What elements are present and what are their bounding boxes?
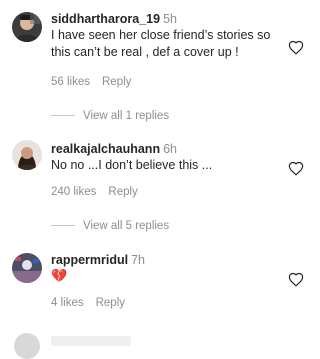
comment-header: siddhartharora_19 5h	[51, 12, 282, 27]
view-replies-label: View all 5 replies	[83, 220, 170, 232]
comment-body: rappermridul 7h 💔	[51, 253, 282, 285]
like-count[interactable]: 240 likes	[51, 186, 96, 198]
timestamp: 7h	[131, 253, 146, 267]
broken-heart-emoji: 💔	[51, 268, 68, 283]
timestamp: 6h	[163, 142, 177, 156]
heart-outline-icon[interactable]	[288, 272, 304, 287]
avatar[interactable]	[12, 253, 42, 283]
view-replies-button[interactable]: View all 1 replies	[51, 110, 169, 122]
username[interactable]: siddhartharora_19	[51, 12, 160, 26]
avatar-photo-icon	[12, 140, 42, 170]
view-replies-label: View all 1 replies	[83, 110, 170, 122]
like-count[interactable]: 56 likes	[51, 76, 90, 88]
avatar-photo-icon	[12, 12, 42, 42]
comment-header: rappermridul 7h	[51, 253, 282, 268]
avatar[interactable]	[12, 140, 42, 170]
heart-outline-icon[interactable]	[288, 40, 304, 55]
heart-outline-icon[interactable]	[288, 161, 304, 176]
replies-divider-line	[51, 225, 75, 227]
avatar-photo-icon	[12, 253, 42, 283]
comment-header: realkajalchauhann 6h	[51, 142, 282, 157]
comment-body: siddhartharora_19 5h I have seen her clos…	[51, 12, 282, 60]
comment-meta: 240 likes Reply	[51, 186, 138, 198]
comment-text: I have seen her close friend’s stories s…	[51, 28, 271, 59]
comment-meta: 4 likes Reply	[51, 297, 125, 309]
username[interactable]: realkajalchauhann	[51, 142, 160, 156]
reply-button[interactable]: Reply	[102, 76, 131, 88]
view-replies-button[interactable]: View all 5 replies	[51, 220, 169, 232]
reply-button[interactable]: Reply	[108, 186, 137, 198]
timestamp: 5h	[163, 12, 177, 26]
replies-divider-line	[51, 115, 75, 117]
avatar[interactable]	[12, 12, 42, 42]
comment-meta: 56 likes Reply	[51, 76, 131, 88]
reply-button[interactable]: Reply	[96, 297, 125, 309]
username[interactable]: rappermridul	[51, 253, 128, 267]
next-comment-avatar-partial[interactable]	[14, 333, 40, 359]
next-comment-header-partial	[51, 336, 131, 346]
comment-text: No no ...I don’t believe this ...	[51, 158, 213, 172]
like-count[interactable]: 4 likes	[51, 297, 84, 309]
comment-body: realkajalchauhann 6h No no ...I don’t bel…	[51, 142, 282, 174]
